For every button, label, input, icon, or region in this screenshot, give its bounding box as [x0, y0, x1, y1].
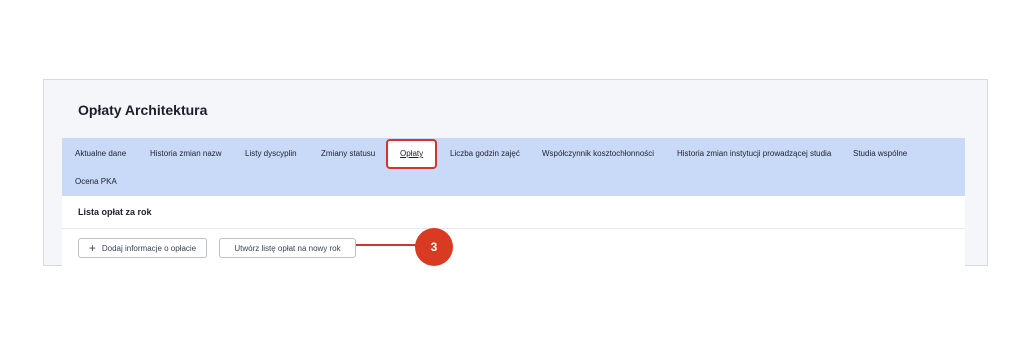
callout-line: [356, 244, 418, 246]
tab-historia-zmian-instytucji[interactable]: Historia zmian instytucji prowadzącej st…: [677, 149, 831, 159]
fees-panel: Opłaty Architektura Aktualne dane Histor…: [43, 79, 988, 267]
tab-liczba-godzin-zajec[interactable]: Liczba godzin zajęć: [450, 149, 520, 159]
fees-list-section: Lista opłat za rok + Dodaj informacje o …: [62, 196, 965, 267]
tab-oplaty[interactable]: Opłaty: [400, 149, 423, 159]
page-title: Opłaty Architektura: [78, 102, 208, 118]
tab-listy-dyscyplin[interactable]: Listy dyscyplin: [245, 149, 297, 159]
tab-historia-zmian-nazw[interactable]: Historia zmian nazw: [150, 149, 222, 159]
add-fee-info-button[interactable]: + Dodaj informacje o opłacie: [78, 238, 207, 258]
tab-ocena-pka[interactable]: Ocena PKA: [75, 177, 117, 187]
tabs-bar: Aktualne dane Historia zmian nazw Listy …: [62, 138, 965, 196]
divider: [62, 228, 965, 229]
tab-studia-wspolne[interactable]: Studia wspólne: [853, 149, 907, 159]
create-fee-list-button[interactable]: Utwórz listę opłat na nowy rok: [219, 238, 356, 258]
callout-badge-3: 3: [415, 228, 453, 266]
tab-aktualne-dane[interactable]: Aktualne dane: [75, 149, 126, 159]
tab-zmiany-statusu[interactable]: Zmiany statusu: [321, 149, 375, 159]
plus-icon: +: [88, 241, 96, 255]
tab-wspolczynnik-kosztochlonnosci[interactable]: Współczynnik kosztochłonności: [542, 149, 654, 159]
add-fee-info-label: Dodaj informacje o opłacie: [101, 243, 197, 253]
section-title: Lista opłat za rok: [78, 207, 152, 217]
